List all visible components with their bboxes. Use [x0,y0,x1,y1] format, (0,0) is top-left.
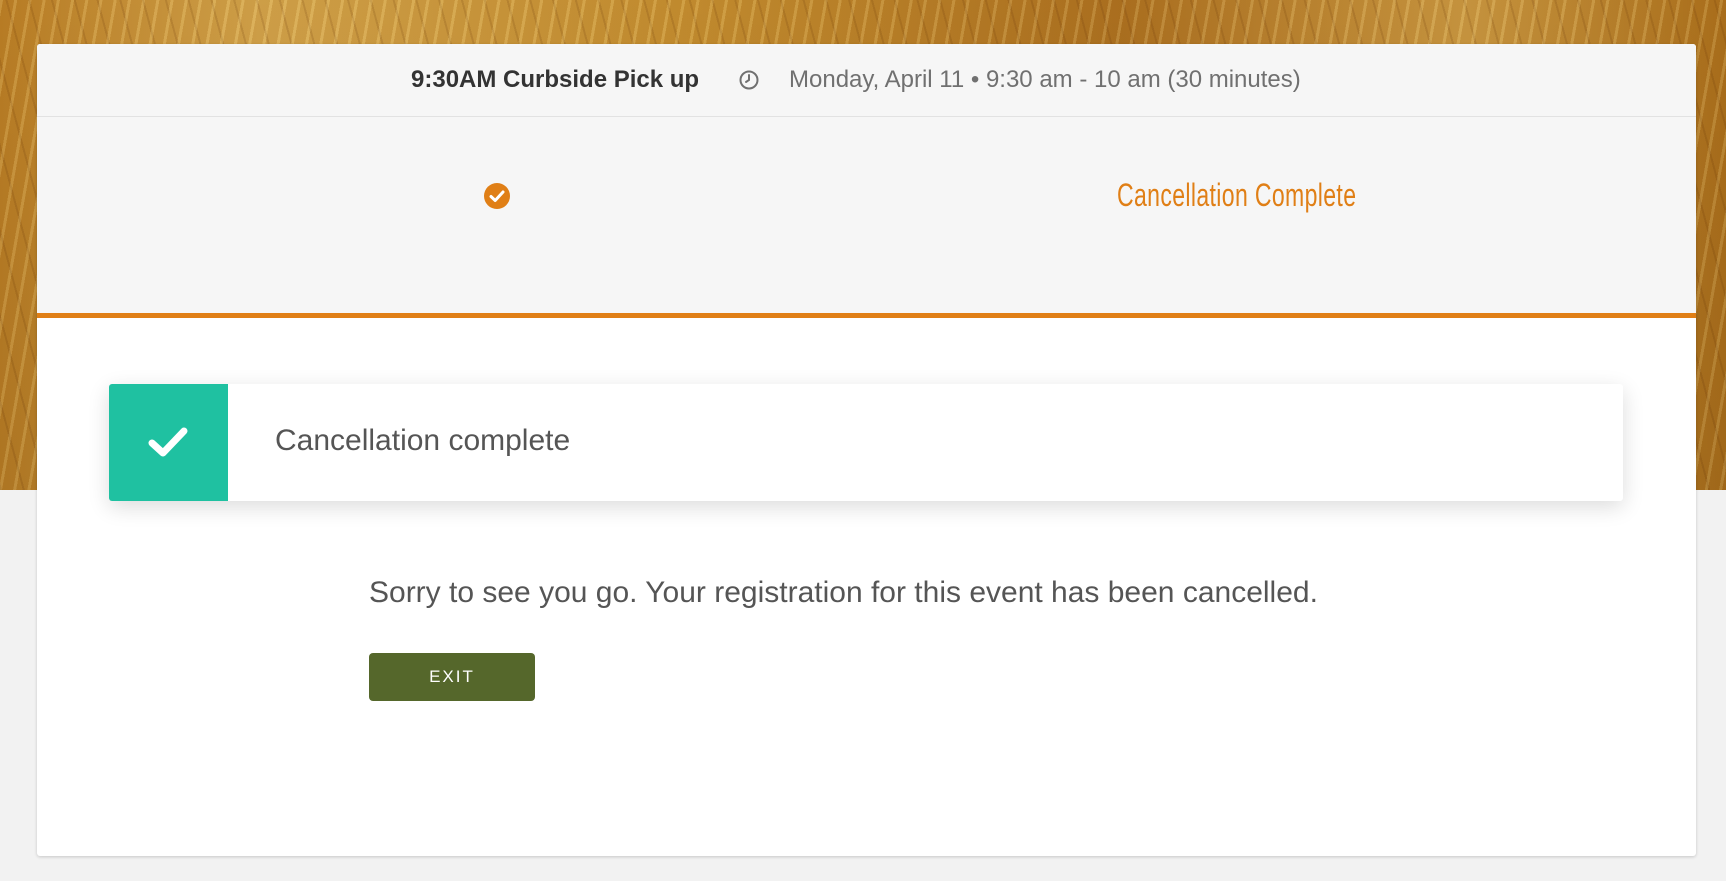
event-datetime: Monday, April 11 • 9:30 am - 10 am (30 m… [789,66,1301,93]
step-label-cancellation-complete: Cancellation Complete [1117,177,1357,213]
alert-icon-box [109,384,228,501]
clock-icon [739,70,759,90]
cancellation-card: 9:30AM Curbside Pick up Monday, April 11… [37,44,1696,856]
exit-button[interactable]: EXIT [369,653,535,701]
step-progress-bar: Cancellation Complete [37,117,1696,318]
success-alert: Cancellation complete [109,384,1623,501]
alert-text: Cancellation complete [275,424,571,457]
checkmark-icon [148,427,188,457]
event-header: 9:30AM Curbside Pick up Monday, April 11… [37,44,1696,117]
check-circle-icon [484,183,510,209]
event-title: 9:30AM Curbside Pick up [411,66,700,93]
cancellation-message: Sorry to see you go. Your registration f… [369,576,1318,609]
